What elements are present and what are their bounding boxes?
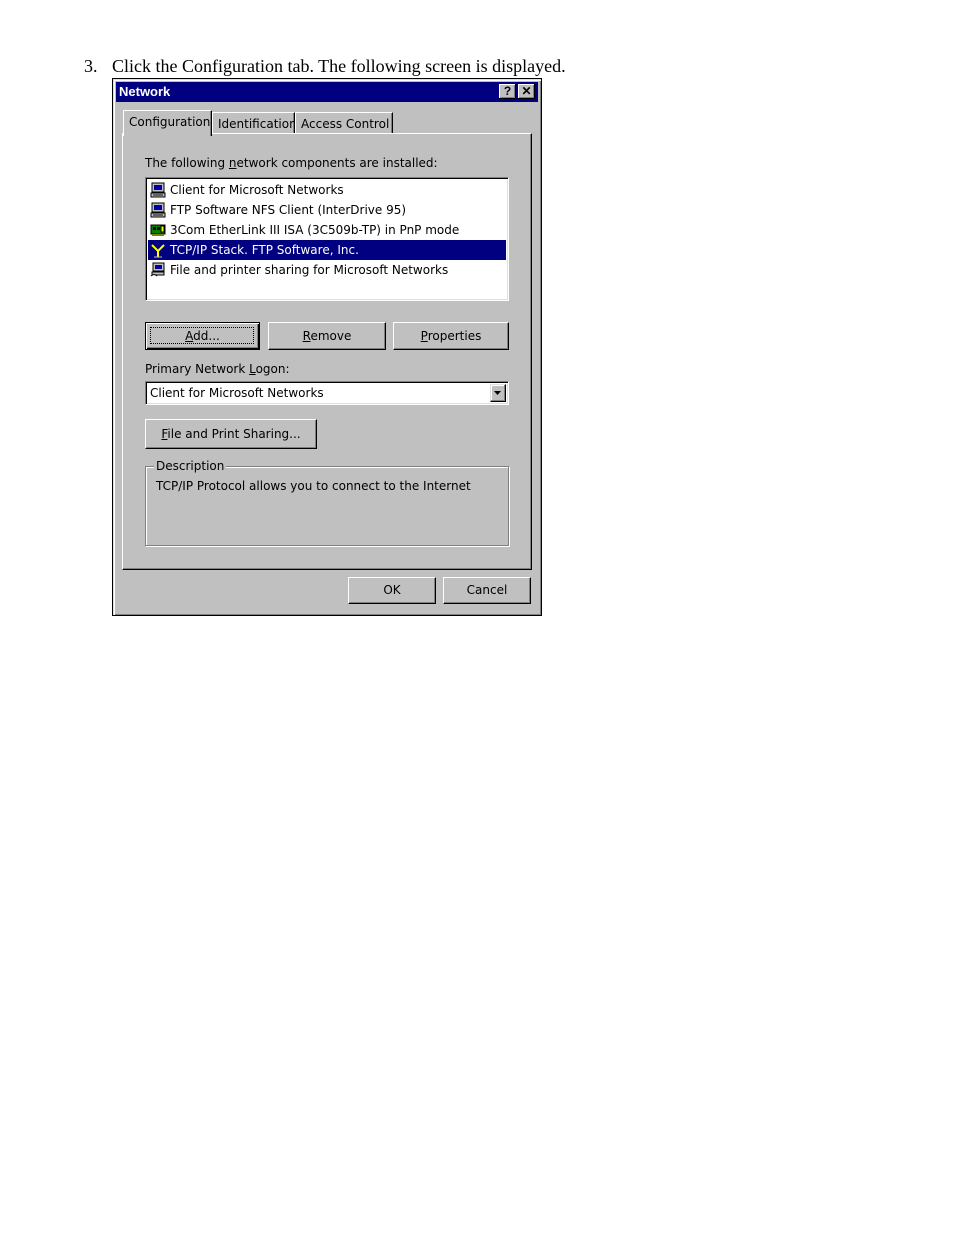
- instruction-text: 3. Click the Configuration tab. The follo…: [84, 56, 566, 77]
- list-item[interactable]: Client for Microsoft Networks: [148, 180, 506, 200]
- tab-identification[interactable]: Identification: [212, 112, 297, 134]
- step-text: Click the Configuration tab. The followi…: [112, 56, 566, 76]
- description-legend: Description: [154, 459, 227, 473]
- add-accel: A: [185, 329, 194, 343]
- components-label-prefix: The following: [145, 156, 229, 170]
- protocol-icon: [151, 244, 165, 258]
- add-rest: dd...: [193, 329, 220, 343]
- properties-button[interactable]: Properties: [393, 322, 509, 350]
- help-button[interactable]: ?: [499, 84, 516, 99]
- file-print-rest: ile and Print Sharing...: [167, 427, 301, 441]
- remove-button-label: Remove: [303, 329, 352, 343]
- description-text: TCP/IP Protocol allows you to connect to…: [156, 479, 471, 493]
- logon-label-suffix: ogon:: [255, 362, 290, 376]
- close-button[interactable]: ✕: [518, 84, 535, 99]
- properties-rest: roperties: [427, 329, 482, 343]
- file-print-sharing-button[interactable]: File and Print Sharing...: [145, 419, 317, 449]
- list-item[interactable]: 3Com EtherLink III ISA (3C509b-TP) in Pn…: [148, 220, 506, 240]
- components-label-accel: n: [228, 156, 237, 170]
- tab-identification-label: Identification: [218, 117, 297, 131]
- add-button[interactable]: Add...: [145, 322, 260, 350]
- file-print-sharing-label: File and Print Sharing...: [161, 427, 300, 441]
- tab-configuration-label: Configuration: [129, 115, 211, 129]
- list-item-selected[interactable]: TCP/IP Stack. FTP Software, Inc.: [148, 240, 506, 260]
- cancel-button[interactable]: Cancel: [443, 577, 531, 604]
- components-label: The following network components are ins…: [145, 156, 438, 170]
- list-item[interactable]: FTP Software NFS Client (InterDrive 95): [148, 200, 506, 220]
- tab-configuration[interactable]: Configuration: [123, 110, 212, 136]
- components-label-suffix: etwork components are installed:: [236, 156, 438, 170]
- step-number: 3.: [84, 56, 98, 76]
- ok-button[interactable]: OK: [348, 577, 436, 604]
- computer-icon: [150, 202, 166, 218]
- primary-logon-select[interactable]: Client for Microsoft Networks: [145, 381, 509, 405]
- chevron-down-icon: [494, 391, 501, 395]
- file-sharing-icon: [150, 262, 165, 277]
- remove-button[interactable]: Remove: [268, 322, 386, 350]
- description-group: Description TCP/IP Protocol allows you t…: [145, 459, 509, 546]
- logon-label: Primary Network Logon:: [145, 362, 290, 376]
- network-card-icon: [150, 224, 166, 236]
- properties-button-label: Properties: [421, 329, 482, 343]
- tab-access-control-label: Access Control: [301, 117, 390, 131]
- window-title: Network: [119, 84, 171, 99]
- tab-access-control[interactable]: Access Control: [295, 112, 393, 134]
- remove-rest: emove: [310, 329, 352, 343]
- logon-label-prefix: Primary Network: [145, 362, 250, 376]
- title-bar[interactable]: Network ? ✕: [116, 82, 538, 102]
- add-button-label: Add...: [185, 329, 220, 343]
- list-item-label: TCP/IP Stack. FTP Software, Inc.: [170, 243, 359, 257]
- list-item[interactable]: File and printer sharing for Microsoft N…: [148, 260, 506, 280]
- list-item-label: File and printer sharing for Microsoft N…: [170, 263, 449, 277]
- cancel-button-label: Cancel: [466, 583, 508, 597]
- components-list[interactable]: Client for Microsoft Networks FTP Softwa…: [145, 177, 509, 301]
- dropdown-button[interactable]: [490, 384, 506, 402]
- computer-icon: [150, 182, 166, 198]
- primary-logon-value: Client for Microsoft Networks: [150, 386, 324, 400]
- list-item-label: 3Com EtherLink III ISA (3C509b-TP) in Pn…: [170, 223, 460, 237]
- list-item-label: Client for Microsoft Networks: [170, 183, 344, 197]
- list-item-label: FTP Software NFS Client (InterDrive 95): [170, 203, 407, 217]
- properties-accel: P: [420, 329, 428, 343]
- ok-button-label: OK: [383, 583, 401, 597]
